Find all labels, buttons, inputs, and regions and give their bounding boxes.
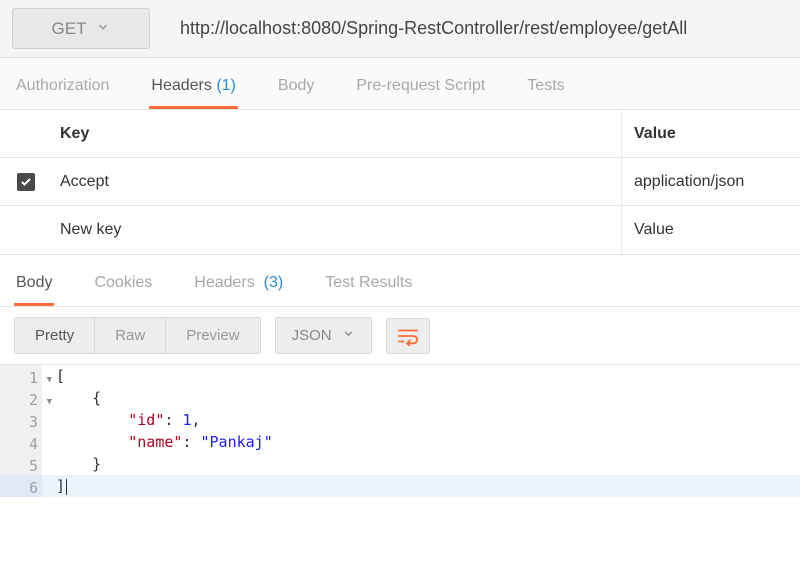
format-select[interactable]: JSON xyxy=(275,317,372,354)
tab-headers[interactable]: Headers (1) xyxy=(149,63,238,109)
fold-icon[interactable]: ▼ xyxy=(47,369,52,391)
resp-tab-headers[interactable]: Headers (3) xyxy=(192,260,285,306)
http-method-select[interactable]: GET xyxy=(12,8,150,49)
table-row: New key Value xyxy=(0,206,800,254)
url-input[interactable] xyxy=(172,8,800,49)
tab-headers-count: (1) xyxy=(216,77,236,94)
resp-tab-body[interactable]: Body xyxy=(14,260,54,306)
resp-tab-test-results[interactable]: Test Results xyxy=(323,260,414,306)
view-preview[interactable]: Preview xyxy=(166,318,259,353)
tab-authorization[interactable]: Authorization xyxy=(14,63,111,109)
http-method-label: GET xyxy=(52,19,87,39)
view-raw[interactable]: Raw xyxy=(95,318,166,353)
chevron-down-icon xyxy=(96,18,110,39)
tab-headers-label: Headers xyxy=(151,77,211,94)
table-row: Accept application/json xyxy=(0,158,800,206)
format-label: JSON xyxy=(292,327,332,344)
response-body-view[interactable]: 1▼ 2▼ 3 4 5 6 [ { "id": 1, "name": "Pank… xyxy=(0,365,800,497)
code-content: [ { "id": 1, "name": "Pankaj" } ] xyxy=(42,365,800,497)
response-tabs: Body Cookies Headers (3) Test Results xyxy=(0,255,800,307)
resp-tab-cookies[interactable]: Cookies xyxy=(92,260,154,306)
tab-tests[interactable]: Tests xyxy=(525,63,566,109)
format-bar: Pretty Raw Preview JSON xyxy=(0,307,800,365)
line-gutter: 1▼ 2▼ 3 4 5 6 xyxy=(0,365,42,497)
fold-icon[interactable]: ▼ xyxy=(47,391,52,413)
headers-table: Key Value Accept application/json New ke… xyxy=(0,110,800,255)
request-tabs: Authorization Headers (1) Body Pre-reque… xyxy=(0,58,800,110)
wrap-lines-icon xyxy=(397,326,419,346)
header-value-input[interactable]: Value xyxy=(622,206,800,254)
header-row-checkbox[interactable] xyxy=(17,173,35,191)
header-col-value: Value xyxy=(622,110,800,157)
header-key-input[interactable]: New key xyxy=(52,206,622,254)
chevron-down-icon xyxy=(342,327,355,344)
header-value-input[interactable]: application/json xyxy=(622,158,800,205)
header-key-input[interactable]: Accept xyxy=(52,158,622,205)
view-pretty[interactable]: Pretty xyxy=(15,318,95,353)
wrap-lines-button[interactable] xyxy=(386,318,430,354)
tab-prerequest[interactable]: Pre-request Script xyxy=(354,63,487,109)
resp-tab-headers-count: (3) xyxy=(264,274,284,291)
header-col-key: Key xyxy=(52,110,622,157)
resp-tab-headers-label: Headers xyxy=(194,274,254,291)
view-mode-segment: Pretty Raw Preview xyxy=(14,317,261,354)
tab-body[interactable]: Body xyxy=(276,63,316,109)
